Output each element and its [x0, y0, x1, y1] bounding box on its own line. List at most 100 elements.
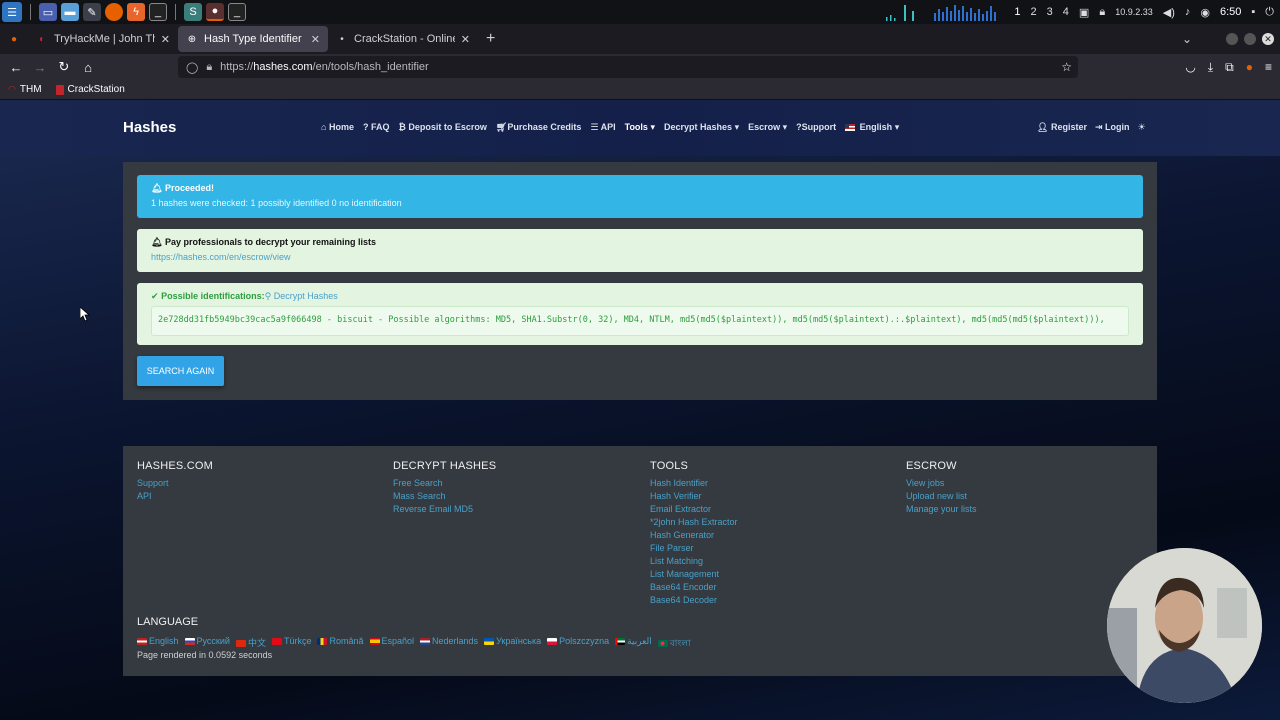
lang-russian[interactable]: Русский [184, 636, 230, 651]
workspace-4[interactable]: 4 [1063, 6, 1069, 18]
terminal-icon[interactable]: _ [149, 3, 167, 21]
tab-tryhackme[interactable]: ◐ TryHackMe | John The Ri ✕ [28, 26, 178, 52]
tab-label: Hash Type Identifier - Ide [204, 33, 305, 45]
lock-icon[interactable]: 🔒︎ [206, 61, 212, 74]
footer-link-base64-encoder[interactable]: Base64 Encoder [650, 581, 738, 594]
nav-deposit[interactable]: ₿ Deposit to Escrow [399, 122, 487, 133]
nav-purchase[interactable]: 🛒︎Purchase Credits [496, 122, 581, 133]
new-tab-icon[interactable]: + [478, 30, 503, 48]
power-icon[interactable]: ⏻ [1265, 6, 1274, 19]
lang-bengali[interactable]: বাংলা [657, 636, 691, 651]
workspace-2[interactable]: 2 [1031, 6, 1037, 18]
result-text-box[interactable]: 2e728dd31fb5949bc39cac5a9f066498 - biscu… [151, 306, 1129, 336]
theme-toggle-icon[interactable]: ☀ [1138, 122, 1146, 133]
search-icon: ⚲ [264, 291, 272, 301]
downloads-icon[interactable]: ⤓ [1208, 60, 1213, 75]
desktop-icon[interactable]: ▭ [39, 3, 57, 21]
lang-polish[interactable]: Polszczyzna [547, 636, 609, 651]
nav-home[interactable]: ⌂ Home [321, 122, 354, 133]
footer-link-base64-decoder[interactable]: Base64 Decoder [650, 594, 738, 607]
nav-language[interactable]: English ▾ [845, 122, 899, 133]
firefox-window-icon[interactable]: ● [206, 3, 224, 21]
minimize-window-icon[interactable] [1226, 33, 1238, 45]
screen-icon[interactable]: ▣ [1079, 6, 1089, 19]
register-link[interactable]: 👤︎ Register [1037, 122, 1087, 133]
login-link[interactable]: ⇥ Login [1095, 122, 1130, 133]
search-again-button[interactable]: SEARCH AGAIN [137, 356, 224, 386]
profile-icon[interactable]: ● [1246, 60, 1253, 75]
url-bar[interactable]: ◯ 🔒︎ https://hashes.com/en/tools/hash_id… [178, 56, 1078, 78]
notification-bell-icon[interactable]: ♪ [1185, 6, 1191, 18]
lang-turkish[interactable]: Türkçe [271, 636, 311, 651]
nav-tools[interactable]: Tools ▾ [625, 122, 655, 133]
lang-romanian[interactable]: Română [317, 636, 364, 651]
escrow-link[interactable]: https://hashes.com/en/escrow/view [151, 252, 1129, 262]
nav-api[interactable]: ☰ API [590, 122, 615, 133]
lang-arabic[interactable]: العربية [615, 636, 652, 651]
footer-link-hash-generator[interactable]: Hash Generator [650, 529, 738, 542]
volume-icon[interactable]: ◀) [1163, 6, 1175, 19]
footer-link-hash-verifier[interactable]: Hash Verifier [650, 490, 738, 503]
site-brand[interactable]: Hashes [123, 119, 176, 136]
footer-link-2john[interactable]: *2john Hash Extractor [650, 516, 738, 529]
terminal-window-icon[interactable]: _ [228, 3, 246, 21]
footer-link-file-parser[interactable]: File Parser [650, 542, 738, 555]
lock-screen-icon[interactable]: ▪ [1251, 6, 1255, 18]
burp-icon[interactable]: ϟ [127, 3, 145, 21]
forward-icon[interactable]: → [28, 55, 52, 79]
footer-link-email-extractor[interactable]: Email Extractor [650, 503, 738, 516]
nav-support[interactable]: ?Support [796, 122, 836, 133]
close-tab-icon[interactable]: ✕ [461, 33, 470, 46]
tab-hash-identifier[interactable]: ⊕ Hash Type Identifier - Ide ✕ [178, 26, 328, 52]
result-heading: ✔ Possible identifications:⚲ Decrypt Has… [151, 291, 338, 301]
footer-link-support[interactable]: Support [137, 477, 213, 490]
firefox-view-button[interactable]: ● [0, 26, 28, 52]
footer-link-list-management[interactable]: List Management [650, 568, 738, 581]
decrypt-hashes-link[interactable]: ⚲ Decrypt Hashes [265, 291, 338, 301]
kali-menu-icon[interactable]: ☰ [2, 2, 22, 22]
close-tab-icon[interactable]: ✕ [161, 33, 170, 46]
menu-icon[interactable]: ≡ [1265, 60, 1272, 75]
bookmark-crackstation[interactable]: CrackStation [55, 84, 125, 95]
record-icon[interactable]: ◉ [1200, 6, 1210, 19]
list-all-tabs-icon[interactable]: ⌄ [1182, 32, 1192, 46]
nav-decrypt[interactable]: Decrypt Hashes ▾ [664, 122, 739, 133]
footer-link-upload-list[interactable]: Upload new list [906, 490, 977, 503]
reload-icon[interactable]: ↻ [52, 55, 76, 79]
check-icon: ✔ [151, 291, 159, 301]
lang-dutch[interactable]: Nederlands [420, 636, 478, 651]
shield-icon[interactable]: ◯ [186, 61, 198, 74]
text-editor-icon[interactable]: ✎ [83, 3, 101, 21]
footer-link-reverse-email[interactable]: Reverse Email MD5 [393, 503, 496, 516]
footer-link-mass-search[interactable]: Mass Search [393, 490, 496, 503]
footer-link-api[interactable]: API [137, 490, 213, 503]
footer-link-hash-identifier[interactable]: Hash Identifier [650, 477, 738, 490]
bookmark-thm[interactable]: ◠ THM [8, 84, 42, 95]
lang-english[interactable]: English [137, 636, 179, 651]
sublime-icon[interactable]: S [184, 3, 202, 21]
pocket-icon[interactable]: ◡ [1185, 60, 1195, 75]
lang-chinese[interactable]: 中文 [235, 636, 266, 651]
footer-link-view-jobs[interactable]: View jobs [906, 477, 977, 490]
nav-escrow[interactable]: Escrow ▾ [748, 122, 787, 133]
footer-link-list-matching[interactable]: List Matching [650, 555, 738, 568]
footer-link-manage-lists[interactable]: Manage your lists [906, 503, 977, 516]
maximize-window-icon[interactable] [1244, 33, 1256, 45]
nav-faq[interactable]: ? FAQ [363, 122, 390, 133]
close-window-icon[interactable]: ✕ [1262, 33, 1274, 45]
footer-link-free-search[interactable]: Free Search [393, 477, 496, 490]
workspace-1[interactable]: 1 [1014, 6, 1020, 18]
file-manager-icon[interactable]: ▬ [61, 3, 79, 21]
os-taskbar: ☰ ▭ ▬ ✎ ϟ _ S ● _ 1 2 3 4 ▣ 🔒︎ 10.9.2.33… [0, 0, 1280, 24]
bookmark-star-icon[interactable]: ☆ [1061, 60, 1072, 74]
home-icon[interactable]: ⌂ [76, 55, 100, 79]
lang-ukrainian[interactable]: Українська [484, 636, 541, 651]
firefox-icon[interactable] [105, 3, 123, 21]
tab-crackstation[interactable]: • CrackStation - Online Pas ✕ [328, 26, 478, 52]
workspace-3[interactable]: 3 [1047, 6, 1053, 18]
lang-spanish[interactable]: Español [369, 636, 414, 651]
back-icon[interactable]: ← [4, 55, 28, 79]
close-tab-icon[interactable]: ✕ [311, 33, 320, 46]
extensions-icon[interactable]: ⧉ [1225, 60, 1234, 75]
uae-flag-icon [615, 638, 626, 646]
